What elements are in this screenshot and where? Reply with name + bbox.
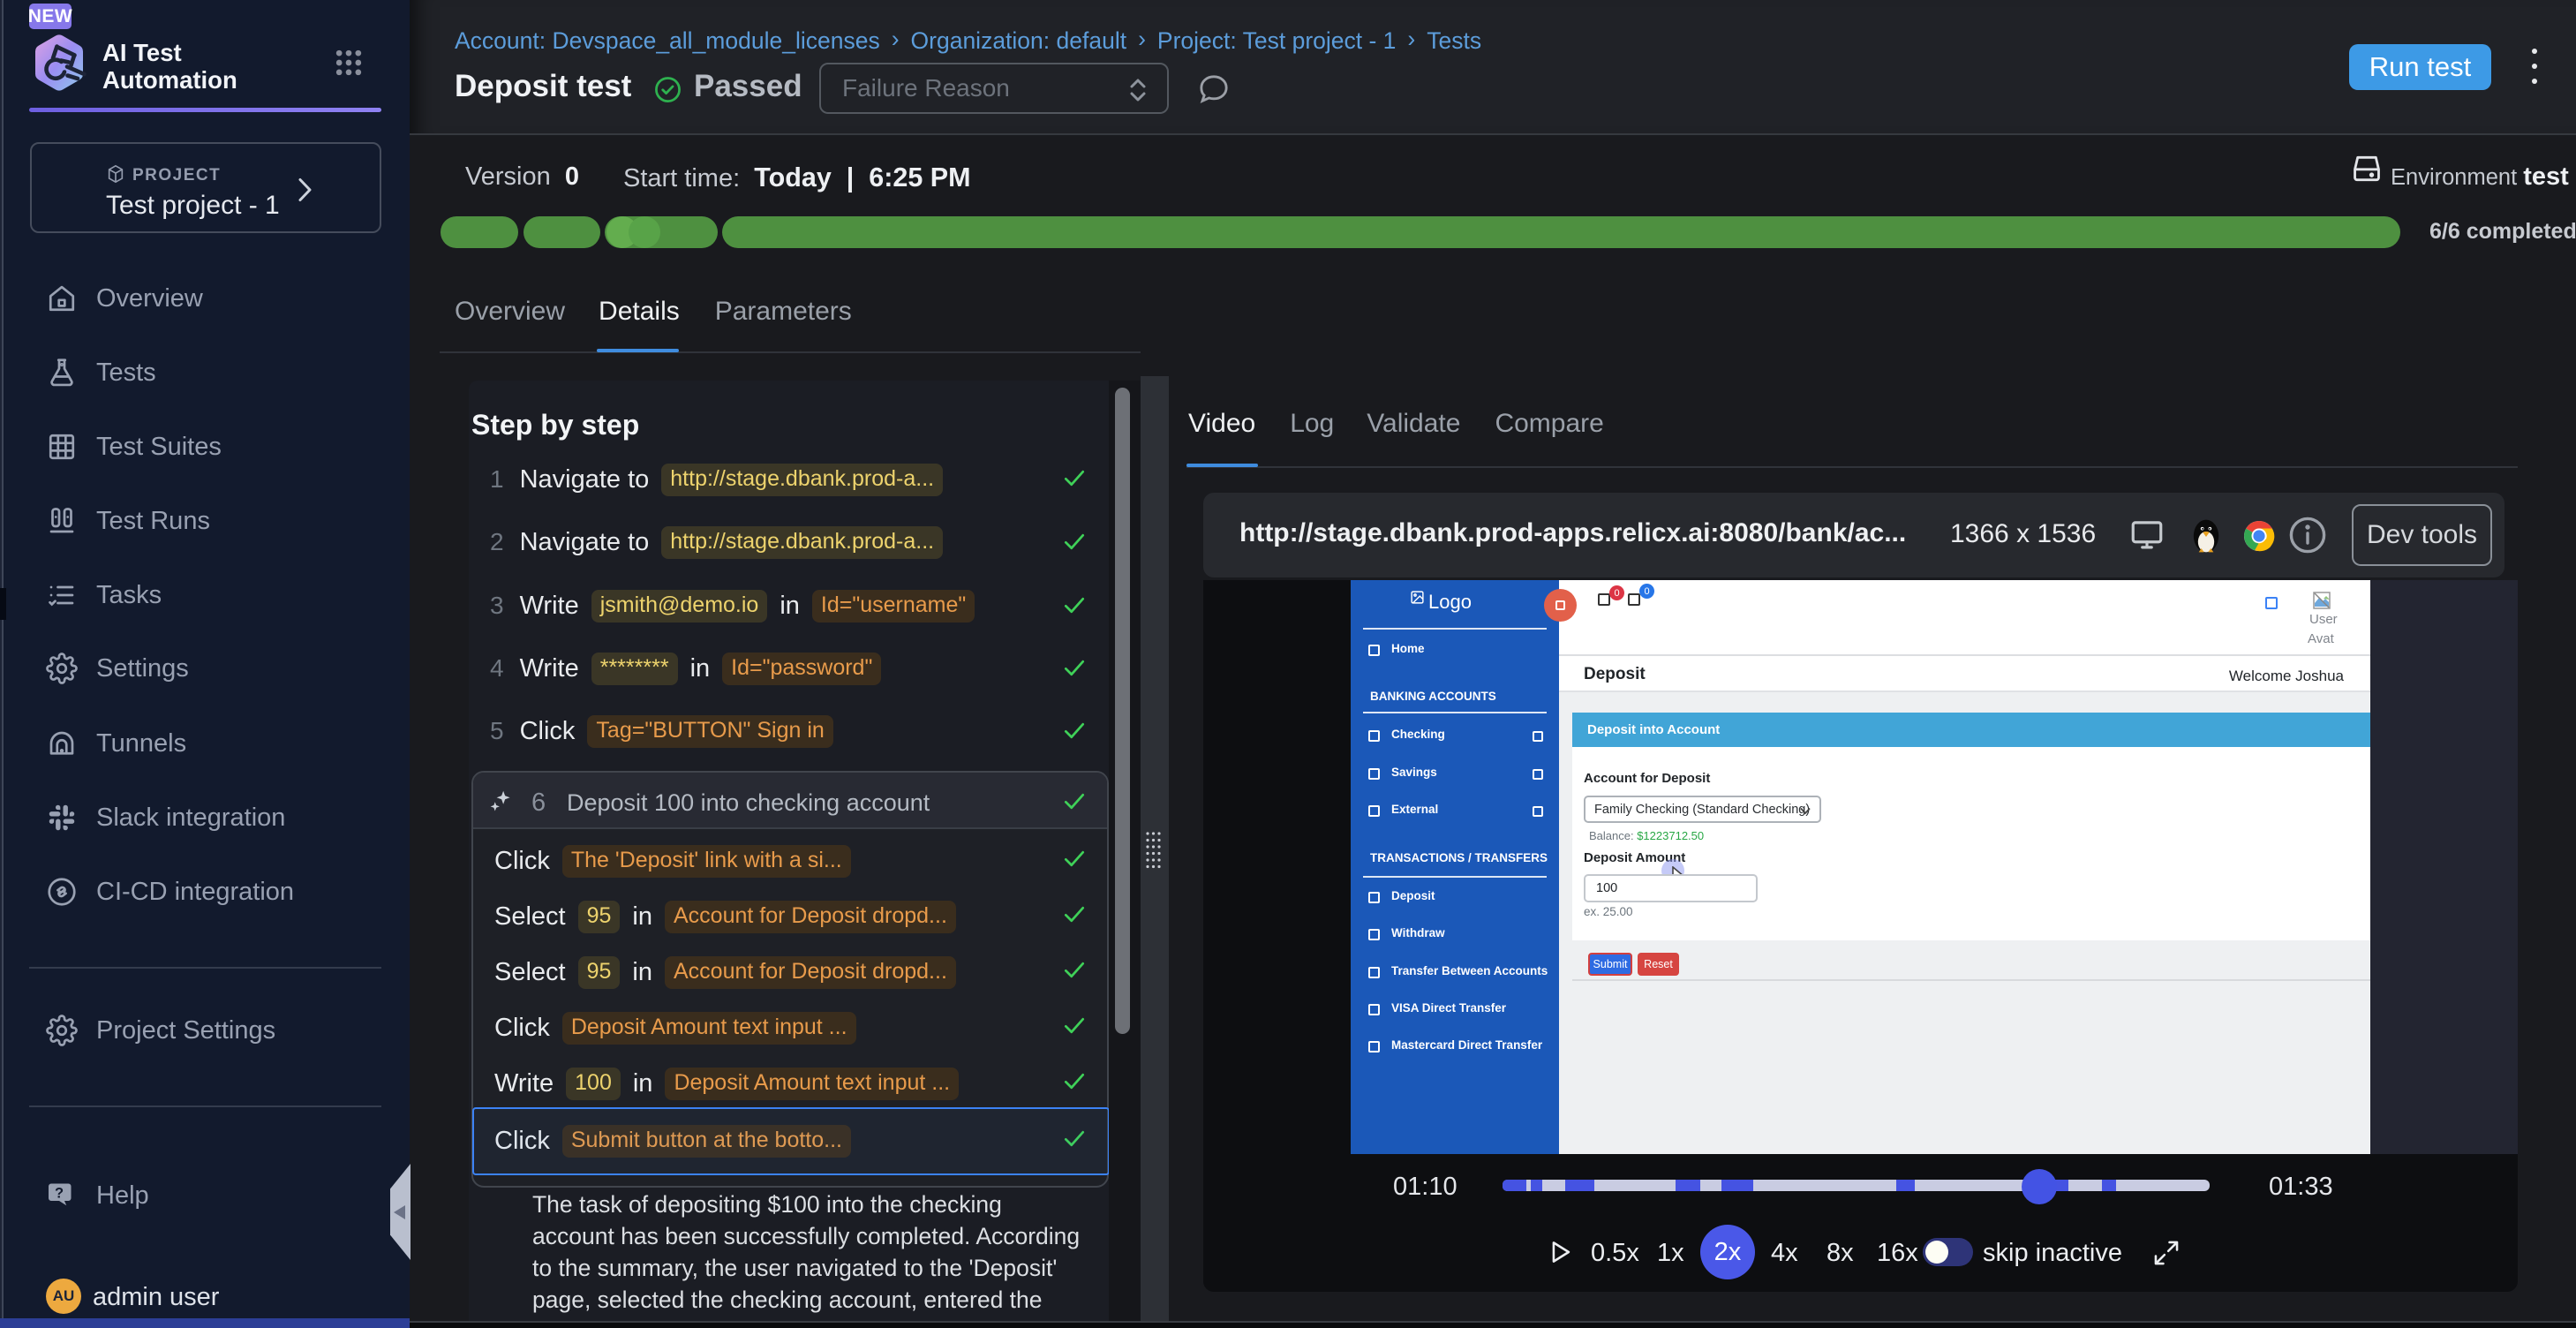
svg-text:?: ? xyxy=(55,1185,64,1201)
